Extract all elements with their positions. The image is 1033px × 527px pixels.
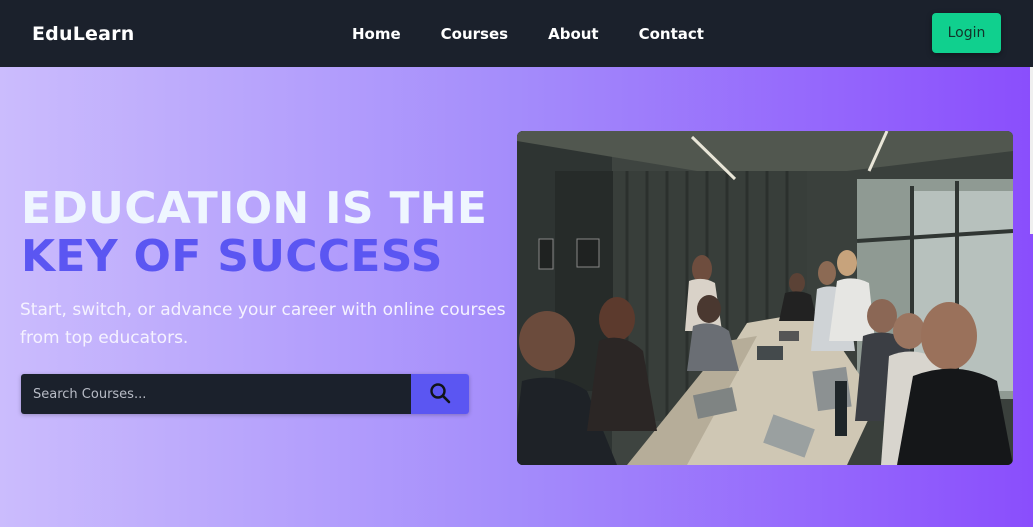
hero-subtitle: Start, switch, or advance your career wi… [20, 300, 506, 348]
classroom-photo [517, 131, 1013, 465]
hero-image-classroom [517, 131, 1013, 465]
course-search [21, 374, 469, 414]
hero-headline-line1: EDUCATION IS THE [21, 183, 488, 234]
search-input[interactable] [21, 374, 411, 414]
nav-link-contact[interactable]: Contact [639, 25, 704, 43]
hero-headline-line2: KEY OF SUCCESS [21, 231, 443, 282]
nav-links: Home Courses About Contact [352, 25, 744, 43]
page: EduLearn Home Courses About Contact Logi… [0, 0, 1033, 527]
navbar: EduLearn Home Courses About Contact Logi… [0, 0, 1033, 67]
logo[interactable]: EduLearn [32, 23, 134, 45]
nav-link-about[interactable]: About [548, 25, 599, 43]
nav-link-courses[interactable]: Courses [441, 25, 508, 43]
search-icon [429, 382, 451, 407]
nav-link-home[interactable]: Home [352, 25, 401, 43]
login-button[interactable]: Login [932, 13, 1001, 53]
search-button[interactable] [411, 374, 469, 414]
